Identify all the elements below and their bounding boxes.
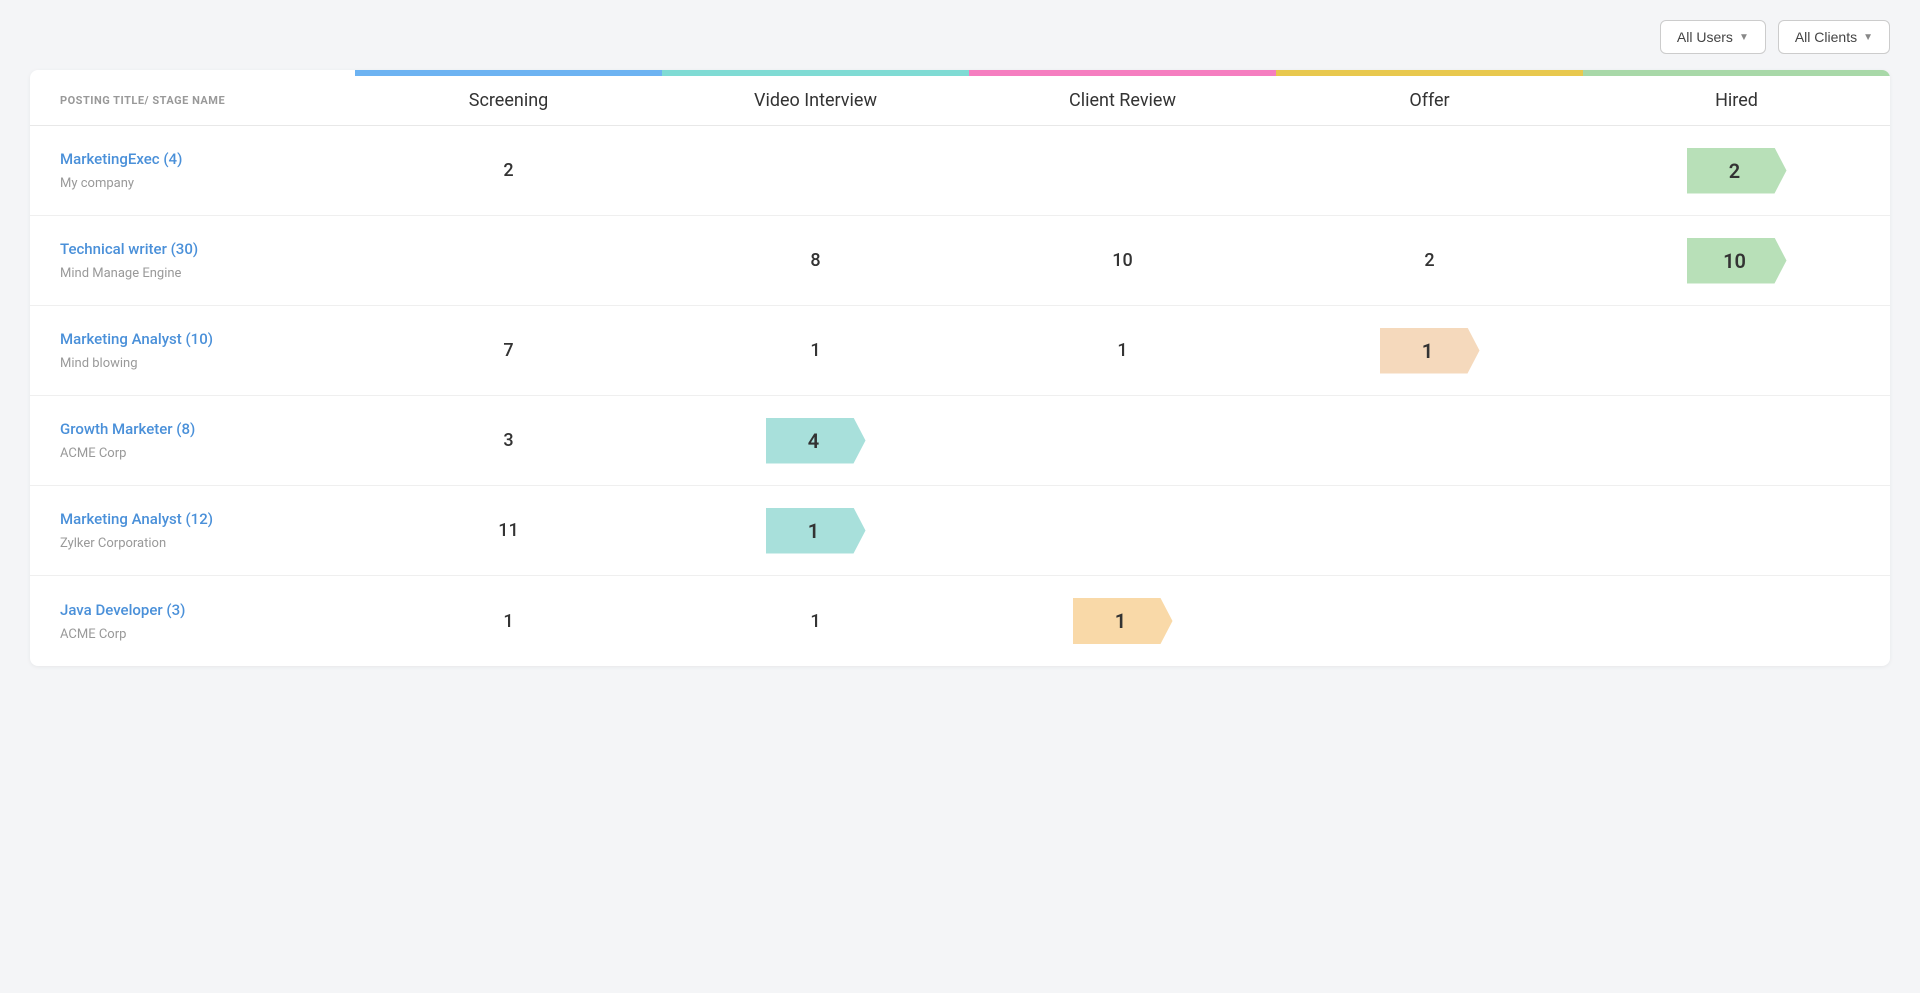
row-title-cell: Technical writer (30) Mind Manage Engine [30,222,355,299]
video-interview-cell[interactable]: 1 [662,611,969,632]
row-title-cell: Growth Marketer (8) ACME Corp [30,402,355,479]
chevron-down-icon: ▼ [1863,32,1873,43]
screening-header: Screening [355,90,662,111]
screening-cell[interactable]: 11 [355,520,662,541]
hired-cell[interactable]: 2 [1583,148,1890,194]
posting-title-link[interactable]: Technical writer (30) [60,240,335,258]
company-name: ACME Corp [60,446,126,461]
color-bar-video [662,70,969,76]
offer-badge[interactable]: 1 [1380,328,1480,374]
table-row: Java Developer (3)ACME Corp111 [30,576,1890,666]
client-review-badge[interactable]: 1 [1073,598,1173,644]
company-name: Mind blowing [60,356,138,371]
table-row: Technical writer (30) Mind Manage Engine 8… [30,216,1890,306]
row-title-cell: Marketing Analyst (10) Mind blowing [30,312,355,389]
posting-title-link[interactable]: Growth Marketer (8) [60,420,335,438]
hired-badge[interactable]: 2 [1687,148,1787,194]
offer-cell[interactable]: 1 [1276,328,1583,374]
company-name: My company [60,176,134,191]
row-title-cell: Java Developer (3) ACME Corp [30,583,355,660]
offer-header: Offer [1276,90,1583,111]
client-review-cell[interactable]: 10 [969,250,1276,271]
color-bar-screening [355,70,662,76]
video-interview-badge[interactable]: 4 [766,418,866,464]
client-review-cell[interactable]: 1 [969,340,1276,361]
screening-cell[interactable]: 3 [355,430,662,451]
table-row: MarketingExec (4) My company 2 2 [30,126,1890,216]
video-interview-cell[interactable]: 1 [662,340,969,361]
video-interview-header: Video Interview [662,90,969,111]
hired-cell[interactable]: 10 [1583,238,1890,284]
video-interview-cell[interactable]: 1 [662,508,969,554]
chevron-down-icon: ▼ [1739,32,1749,43]
color-bar-spacer [30,70,355,76]
screening-cell[interactable]: 2 [355,160,662,181]
all-clients-dropdown[interactable]: All Clients ▼ [1778,20,1890,54]
screening-cell[interactable]: 1 [355,611,662,632]
table-body: MarketingExec (4)My company22Technical w… [30,126,1890,666]
offer-cell[interactable]: 2 [1276,250,1583,271]
all-users-dropdown[interactable]: All Users ▼ [1660,20,1766,54]
row-title-cell: MarketingExec (4) My company [30,132,355,209]
color-bar-client [969,70,1276,76]
page-container: All Users ▼ All Clients ▼ POSTING TITLE/… [0,0,1920,686]
top-bar: All Users ▼ All Clients ▼ [30,20,1890,54]
client-review-header: Client Review [969,90,1276,111]
pipeline-table: POSTING TITLE/ STAGE NAME Screening Vide… [30,70,1890,666]
all-users-label: All Users [1677,29,1733,45]
company-name: ACME Corp [60,627,126,642]
color-bar-hired [1583,70,1890,76]
video-interview-cell[interactable]: 8 [662,250,969,271]
color-bar-offer [1276,70,1583,76]
company-name: Mind Manage Engine [60,266,181,281]
row-title-cell: Marketing Analyst (12) Zylker Corporation [30,492,355,569]
color-bar [30,70,1890,76]
table-row: Marketing Analyst (10)Mind blowing7111 [30,306,1890,396]
video-interview-badge[interactable]: 1 [766,508,866,554]
posting-title-link[interactable]: Java Developer (3) [60,601,335,619]
posting-title-link[interactable]: Marketing Analyst (10) [60,330,335,348]
company-name: Zylker Corporation [60,536,166,551]
table-row: Growth Marketer (8) ACME Corp 3 4 [30,396,1890,486]
hired-badge[interactable]: 10 [1687,238,1787,284]
video-interview-cell[interactable]: 4 [662,418,969,464]
screening-cell[interactable]: 7 [355,340,662,361]
posting-title-link[interactable]: MarketingExec (4) [60,150,335,168]
posting-title-link[interactable]: Marketing Analyst (12) [60,510,335,528]
hired-header: Hired [1583,90,1890,111]
all-clients-label: All Clients [1795,29,1857,45]
client-review-cell[interactable]: 1 [969,598,1276,644]
table-row: Marketing Analyst (12) Zylker Corporation… [30,486,1890,576]
posting-title-header: POSTING TITLE/ STAGE NAME [30,94,355,107]
table-header: POSTING TITLE/ STAGE NAME Screening Vide… [30,76,1890,126]
